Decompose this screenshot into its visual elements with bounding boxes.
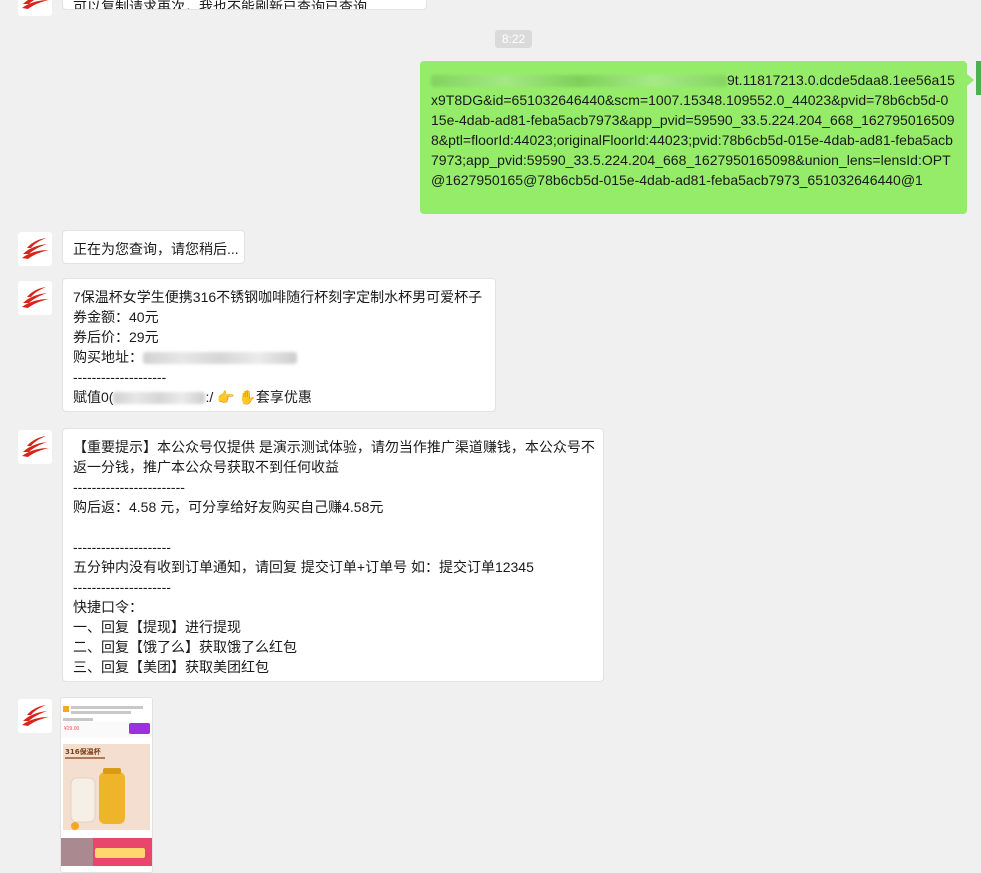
- my-avatar[interactable]: [976, 61, 981, 95]
- redacted-url-prefix: [431, 75, 727, 88]
- redacted-copy-code: [113, 392, 206, 405]
- bird-logo-icon: [22, 238, 49, 259]
- copy-code-prefix: 赋值0(: [73, 389, 114, 405]
- bot-avatar[interactable]: [18, 699, 52, 733]
- coupon-amount: 券金额：40元: [73, 309, 159, 325]
- bot-avatar[interactable]: [18, 281, 52, 315]
- poster-headline: 316保温杯: [65, 747, 102, 756]
- raised-hand-icon: ✋: [238, 390, 256, 406]
- bot-avatar[interactable]: [18, 0, 52, 16]
- command-withdraw: 一、回复【提现】进行提现: [73, 619, 241, 635]
- after-coupon-price: 券后价：29元: [73, 329, 159, 345]
- command-meituan: 三、回复【美团】获取美团红包: [73, 659, 269, 675]
- command-eleme: 二、回复【饿了么】获取饿了么红包: [73, 639, 297, 655]
- buy-address-label: 购买地址：: [73, 349, 143, 365]
- notice-message[interactable]: 【重要提示】本公众号仅提供 是演示测试体验，请勿当作推广渠道赚钱，本公众号不 返…: [62, 428, 604, 682]
- divider: ---------------------: [73, 579, 171, 595]
- product-poster: ¥29.00 316保温杯: [61, 698, 152, 872]
- querying-text: 正在为您查询，请您稍后...: [73, 241, 239, 257]
- rebate-text: 购后返：4.58 元，可分享给好友购买自己赚4.58元: [73, 499, 384, 515]
- buy-address-row: 购买地址：: [73, 347, 485, 367]
- bird-logo-icon: [22, 436, 49, 457]
- product-poster-image[interactable]: ¥29.00 316保温杯: [60, 697, 153, 873]
- copy-code-row: 赋值0( :/ 👉 ✋套享优惠: [73, 387, 485, 407]
- querying-message[interactable]: 正在为您查询，请您稍后...: [62, 230, 245, 264]
- order-tip: 五分钟内没有收到订单通知，请回复 提交订单+订单号 如：提交订单12345: [73, 559, 534, 575]
- bird-logo-icon: [22, 0, 49, 9]
- poster-price: ¥29.00: [64, 726, 80, 732]
- partial-message-text: 可以复制请求再次，我也不能刷新已查询已查询: [73, 0, 367, 10]
- divider: ---------------------: [73, 539, 171, 555]
- bot-avatar[interactable]: [18, 232, 52, 266]
- redacted-buy-link[interactable]: [143, 352, 297, 365]
- bot-avatar[interactable]: [18, 430, 52, 464]
- bird-logo-icon: [22, 287, 49, 308]
- product-title: 7保温杯女学生便携316不锈钢咖啡随行杯刻字定制水杯男可爱杯子: [73, 289, 483, 305]
- copy-code-suffix: :/: [205, 389, 214, 405]
- sent-link-bubble[interactable]: 9t.11817213.0.dcde5daa8.1ee56a15x9T8DG&i…: [420, 61, 967, 214]
- time-stamp: 8:22: [495, 30, 532, 48]
- bird-logo-icon: [22, 705, 49, 726]
- enjoy-discount-text: 套享优惠: [255, 389, 312, 405]
- product-message[interactable]: 7保温杯女学生便携316不锈钢咖啡随行杯刻字定制水杯男可爱杯子 券金额：40元 …: [62, 278, 496, 412]
- pointing-hand-icon: 👉: [217, 390, 235, 406]
- partial-message: 可以复制请求再次，我也不能刷新已查询已查询: [62, 0, 427, 10]
- divider: ------------------------: [73, 479, 185, 495]
- notice-line-2: 返一分钱，推广本公众号获取不到任何收益: [73, 459, 339, 475]
- notice-line-1: 【重要提示】本公众号仅提供 是演示测试体验，请勿当作推广渠道赚钱，本公众号不: [73, 439, 595, 455]
- bubble-tail: [967, 74, 974, 86]
- sent-link-text: 9t.11817213.0.dcde5daa8.1ee56a15x9T8DG&i…: [431, 72, 955, 188]
- shortcuts-title: 快捷口令：: [73, 599, 143, 615]
- divider: --------------------: [73, 369, 167, 385]
